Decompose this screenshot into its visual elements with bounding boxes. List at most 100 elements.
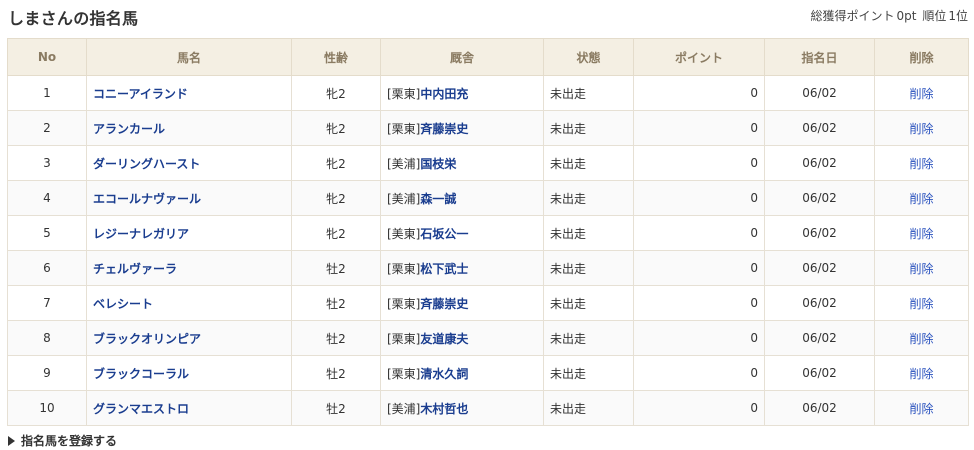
delete-link[interactable]: 削除 [909, 227, 933, 241]
cell-stable: [栗東]中内田充 [380, 75, 544, 111]
nominate-date: 06/02 [802, 191, 837, 205]
stable-region: [栗東] [387, 331, 421, 346]
table-row: 7 ベレシート 牡2 [栗東]斉藤崇史 未出走 0 06/02 削除 [7, 285, 969, 321]
cell-stable: [美浦]木村哲也 [380, 390, 544, 426]
trainer-link[interactable]: 友道康夫 [420, 332, 468, 346]
table-row: 4 エコールナヴァール 牝2 [美浦]森一誠 未出走 0 06/02 削除 [7, 180, 969, 216]
delete-link[interactable]: 削除 [909, 157, 933, 171]
points: 0 [750, 156, 758, 170]
cell-status: 未出走 [543, 180, 634, 216]
trainer-link[interactable]: 清水久詞 [420, 367, 468, 381]
trainer-link[interactable]: 斉藤崇史 [420, 122, 468, 136]
cell-no: 3 [7, 145, 87, 181]
trainer-link[interactable]: 石坂公一 [420, 227, 468, 241]
stable-region: [美浦] [387, 156, 421, 171]
row-no: 4 [43, 191, 51, 205]
table-row: 6 チェルヴァーラ 牡2 [栗東]松下武士 未出走 0 06/02 削除 [7, 250, 969, 286]
cell-points: 0 [633, 110, 765, 146]
trainer-link[interactable]: 中内田充 [420, 87, 468, 101]
horse-name-link[interactable]: エコールナヴァール [93, 192, 201, 206]
cell-horse-name: チェルヴァーラ [86, 250, 292, 286]
header-stable: 厩舎 [380, 38, 544, 76]
cell-sex-age: 牡2 [291, 355, 381, 391]
delete-link[interactable]: 削除 [909, 87, 933, 101]
register-horse-link[interactable]: 指名馬を登録する [8, 432, 117, 449]
cell-no: 2 [7, 110, 87, 146]
nominate-date: 06/02 [802, 261, 837, 275]
status: 未出走 [550, 331, 587, 346]
points: 0 [750, 331, 758, 345]
table-row: 8 ブラックオリンピア 牡2 [栗東]友道康夫 未出走 0 06/02 削除 [7, 320, 969, 356]
cell-nominate-date: 06/02 [764, 145, 875, 181]
points: 0 [750, 86, 758, 100]
nominate-date: 06/02 [802, 86, 837, 100]
cell-horse-name: ブラックオリンピア [86, 320, 292, 356]
table-header-row: No 馬名 性齢 厩舎 状態 ポイント 指名日 削除 [7, 38, 969, 76]
cell-sex-age: 牡2 [291, 285, 381, 321]
table-row: 9 ブラックコーラル 牡2 [栗東]清水久詞 未出走 0 06/02 削除 [7, 355, 969, 391]
table-row: 2 アランカール 牝2 [栗東]斉藤崇史 未出走 0 06/02 削除 [7, 110, 969, 146]
page-title: しまさんの指名馬 [8, 9, 139, 28]
stable-region: [栗東] [387, 86, 421, 101]
cell-status: 未出走 [543, 215, 634, 251]
horse-name-link[interactable]: レジーナレガリア [93, 227, 189, 241]
points: 0 [750, 401, 758, 415]
horse-name-link[interactable]: ダーリングハースト [93, 157, 200, 171]
register-label: 指名馬を登録する [21, 434, 118, 448]
rank-label: 順位 [922, 9, 947, 23]
cell-delete: 削除 [874, 180, 969, 216]
cell-horse-name: ダーリングハースト [86, 145, 292, 181]
sex-age: 牡2 [326, 401, 346, 416]
nominate-date: 06/02 [802, 401, 837, 415]
stable-region: [栗東] [387, 121, 421, 136]
horse-name-link[interactable]: チェルヴァーラ [93, 262, 177, 276]
cell-nominate-date: 06/02 [764, 75, 875, 111]
trainer-link[interactable]: 松下武士 [420, 262, 468, 276]
cell-stable: [栗東]清水久詞 [380, 355, 544, 391]
sex-age: 牝2 [326, 156, 346, 171]
cell-status: 未出走 [543, 390, 634, 426]
trainer-link[interactable]: 斉藤崇史 [420, 297, 468, 311]
nominate-date: 06/02 [802, 296, 837, 310]
delete-link[interactable]: 削除 [909, 262, 933, 276]
cell-delete: 削除 [874, 390, 969, 426]
sex-age: 牝2 [326, 121, 346, 136]
cell-horse-name: ベレシート [86, 285, 292, 321]
cell-status: 未出走 [543, 110, 634, 146]
trainer-link[interactable]: 国枝栄 [420, 157, 456, 171]
cell-delete: 削除 [874, 250, 969, 286]
sex-age: 牡2 [326, 296, 346, 311]
points: 0 [750, 296, 758, 310]
horse-name-link[interactable]: グランマエストロ [93, 402, 189, 416]
horse-name-link[interactable]: ベレシート [93, 297, 153, 311]
cell-points: 0 [633, 355, 765, 391]
horse-name-link[interactable]: アランカール [93, 122, 165, 136]
stable-region: [美浦] [387, 191, 421, 206]
delete-link[interactable]: 削除 [909, 402, 933, 416]
horse-name-link[interactable]: ブラックコーラル [93, 367, 189, 381]
delete-link[interactable]: 削除 [909, 122, 933, 136]
delete-link[interactable]: 削除 [909, 332, 933, 346]
total-points-label: 総獲得ポイント [810, 9, 895, 23]
cell-delete: 削除 [874, 145, 969, 181]
delete-link[interactable]: 削除 [909, 192, 933, 206]
horse-name-link[interactable]: コニーアイランド [93, 87, 188, 101]
cell-sex-age: 牝2 [291, 215, 381, 251]
cell-sex-age: 牝2 [291, 110, 381, 146]
cell-no: 8 [7, 320, 87, 356]
status: 未出走 [550, 86, 587, 101]
cell-no: 1 [7, 75, 87, 111]
table-row: 3 ダーリングハースト 牝2 [美浦]国枝栄 未出走 0 06/02 削除 [7, 145, 969, 181]
cell-nominate-date: 06/02 [764, 390, 875, 426]
row-no: 5 [43, 226, 51, 240]
cell-sex-age: 牡2 [291, 390, 381, 426]
cell-horse-name: エコールナヴァール [86, 180, 292, 216]
delete-link[interactable]: 削除 [909, 297, 933, 311]
trainer-link[interactable]: 森一誠 [420, 192, 456, 206]
horse-name-link[interactable]: ブラックオリンピア [93, 332, 201, 346]
trainer-link[interactable]: 木村哲也 [420, 402, 468, 416]
header-delete: 削除 [874, 38, 969, 76]
header-status: 状態 [543, 38, 634, 76]
status: 未出走 [550, 121, 587, 136]
delete-link[interactable]: 削除 [909, 367, 933, 381]
